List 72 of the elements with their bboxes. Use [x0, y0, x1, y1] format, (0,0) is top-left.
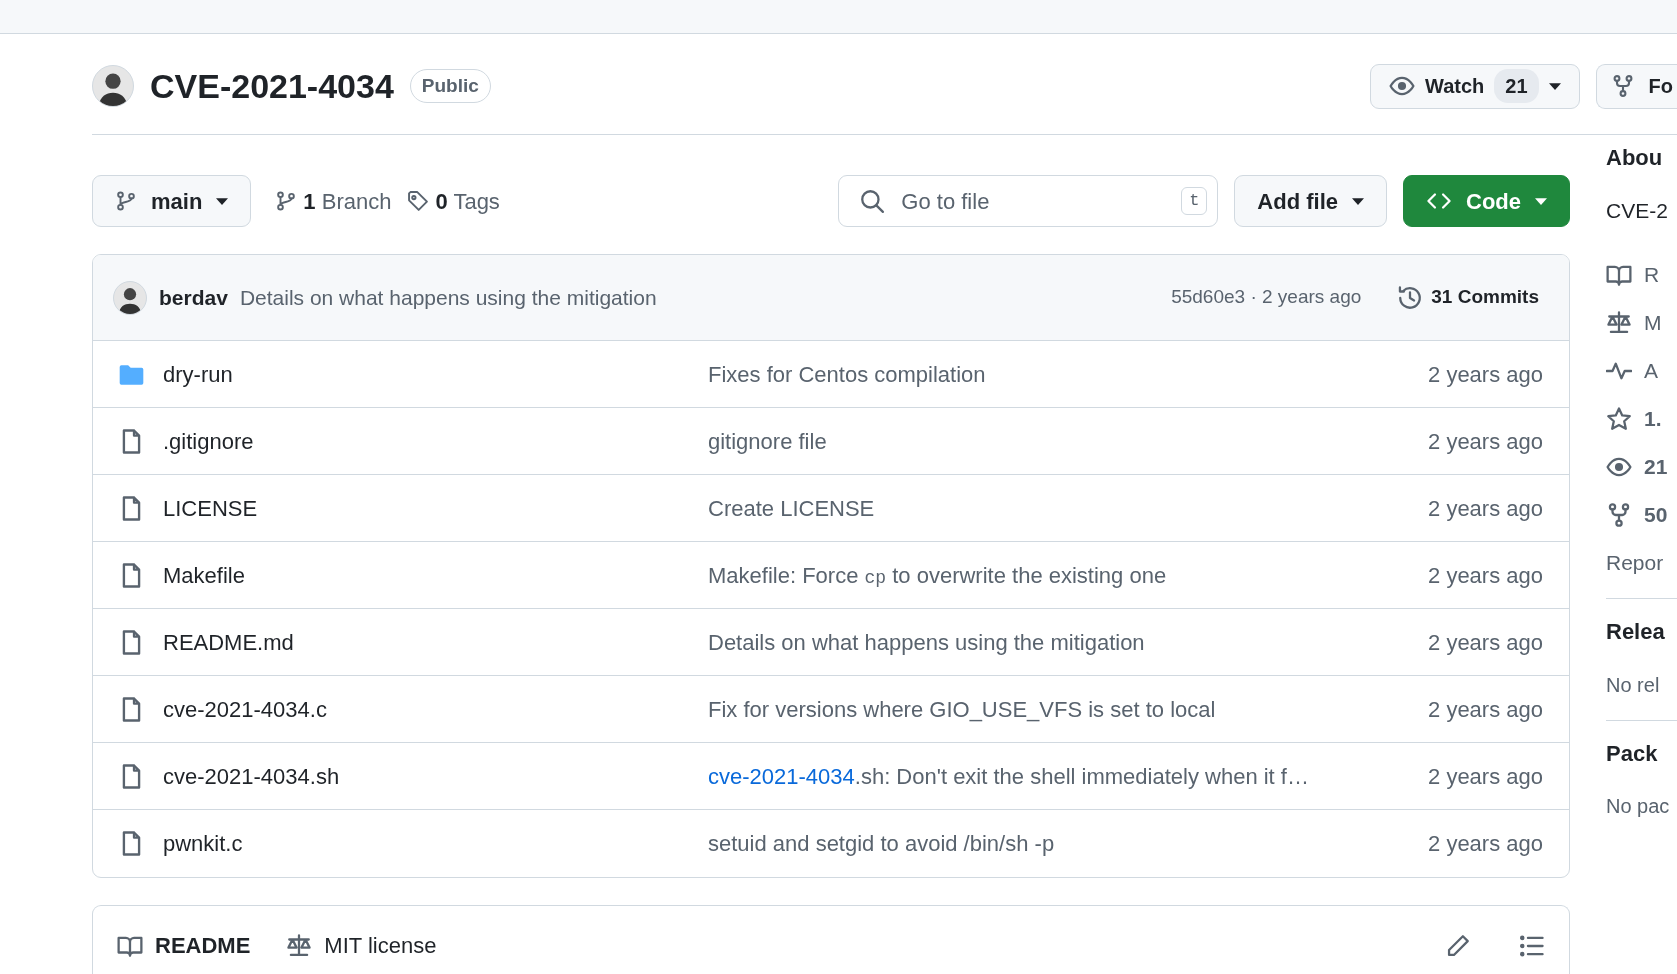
commit-time: 2 years ago: [1428, 360, 1543, 389]
commit-message[interactable]: Fixes for Centos compilation: [708, 357, 1429, 391]
readme-tab[interactable]: MIT license: [286, 929, 437, 962]
scale-icon: [286, 932, 313, 959]
about-link[interactable]: 1.: [1644, 403, 1662, 435]
file-name[interactable]: dry-run: [163, 357, 233, 391]
pencil-icon: [1445, 932, 1471, 959]
file-name[interactable]: cve-2021-4034.c: [163, 692, 327, 726]
star-icon: [1606, 405, 1632, 432]
branch-button[interactable]: main: [92, 175, 252, 227]
caret-icon: [1352, 197, 1364, 205]
file-name[interactable]: cve-2021-4034.sh: [163, 759, 340, 793]
search-field[interactable]: Go to file: [899, 183, 1168, 219]
commit-time: 2 years ago: [1428, 494, 1543, 523]
branches-link[interactable]: 1 Branch: [275, 184, 392, 218]
file-name[interactable]: .gitignore: [163, 424, 254, 458]
branch-icon: [115, 190, 137, 212]
fork-icon: [1606, 501, 1632, 528]
file-name[interactable]: README.md: [163, 625, 294, 659]
search-box[interactable]: Go to file t: [838, 175, 1219, 227]
section-heading: Pack: [1606, 740, 1659, 768]
add-file-button[interactable]: Add file: [1234, 175, 1387, 227]
repo-name[interactable]: CVE-2021-4034: [150, 60, 394, 112]
watch-button[interactable]: Watch 21: [1370, 63, 1580, 109]
about-link[interactable]: R: [1644, 259, 1660, 291]
branch-icon: [275, 190, 298, 212]
file-name[interactable]: Makefile: [163, 558, 245, 592]
search-icon: [859, 188, 886, 214]
commit-time: 2 years ago: [1428, 561, 1543, 590]
history-icon: [1397, 284, 1424, 311]
commit-message[interactable]: Makefile: Force cp to overwrite the existing one: [708, 558, 1429, 592]
caret-icon: [1535, 197, 1547, 205]
commit-author[interactable]: berdav: [159, 281, 228, 314]
caret-icon: [216, 197, 229, 205]
report-link[interactable]: Repor: [1606, 546, 1677, 579]
avatar[interactable]: [113, 280, 147, 315]
avatar[interactable]: [92, 65, 134, 107]
fork-button[interactable]: Fo: [1595, 63, 1677, 109]
about-link[interactable]: A: [1644, 355, 1658, 387]
readme-tab[interactable]: README: [117, 929, 251, 962]
shortcut-key: t: [1181, 187, 1208, 215]
caret-icon: [1548, 82, 1561, 90]
file-name[interactable]: LICENSE: [163, 491, 258, 525]
commit-time: 2 years ago: [1428, 830, 1543, 858]
packages-note: No pac: [1606, 794, 1671, 820]
about-link[interactable]: 50: [1644, 499, 1668, 531]
file-name[interactable]: pwnkit.c: [163, 827, 243, 860]
commit-time: 2 years ago: [1428, 427, 1543, 456]
commit-message[interactable]: Details on what happens using the mitigation: [239, 281, 657, 314]
commit-time: 2 years ago: [1428, 762, 1543, 791]
about-link[interactable]: 21: [1644, 451, 1668, 483]
commit-message[interactable]: Create LICENSE: [708, 491, 1429, 525]
releases-note: No rel: [1606, 672, 1661, 698]
tags-link[interactable]: 0 Tags: [407, 184, 500, 218]
commit-message[interactable]: Fix for versions where GIO_USE_VFS is set to local: [708, 692, 1429, 726]
section-heading: Relea: [1606, 619, 1666, 646]
commit-message[interactable]: setuid and setgid to avoid /bin/sh -p: [708, 827, 1429, 860]
commit-message[interactable]: Details on what happens using the mitigation: [708, 625, 1429, 659]
commits-link[interactable]: 31 Commits: [1397, 283, 1539, 312]
section-heading: Abou: [1606, 145, 1664, 172]
about-link[interactable]: M: [1644, 307, 1662, 339]
watch-count: 21: [1494, 69, 1539, 103]
repo-description: CVE-2: [1606, 198, 1669, 225]
commit-time: 2 years ago: [1428, 695, 1543, 724]
scale-icon: [1606, 309, 1632, 336]
tag-icon: [407, 190, 430, 212]
commit-message[interactable]: gitignore file: [708, 424, 1429, 458]
code-button[interactable]: Code: [1403, 175, 1570, 227]
commit-hash-time[interactable]: 55d60e3 · 2 years ago: [1171, 283, 1362, 312]
commit-link[interactable]: cve-2021-4034: [708, 763, 855, 789]
commit-time: 2 years ago: [1428, 628, 1543, 657]
commit-message[interactable]: cve-2021-4034.sh: Don't exit the shell immediately when it f…: [708, 759, 1429, 793]
